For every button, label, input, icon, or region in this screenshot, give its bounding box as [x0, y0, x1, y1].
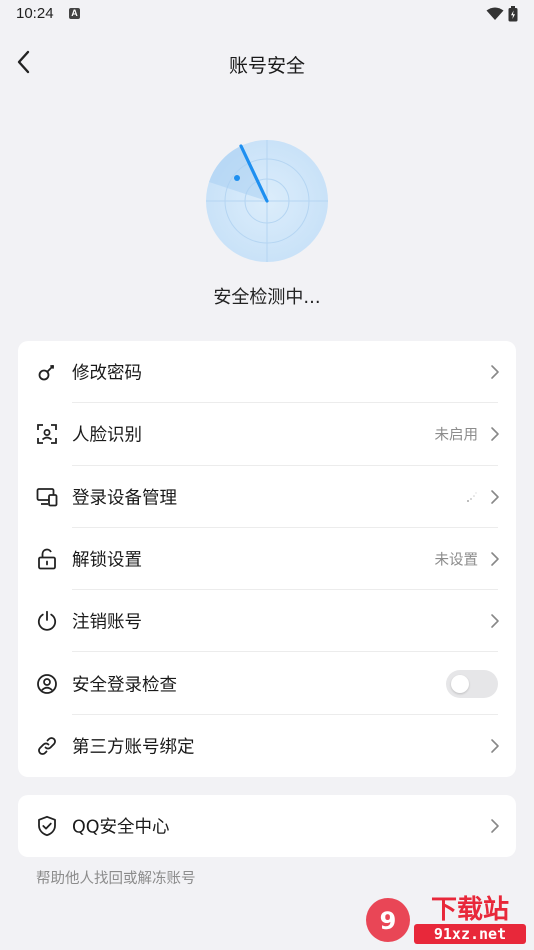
setting-label: 解锁设置: [72, 550, 142, 571]
radar-scan-icon: [206, 140, 328, 262]
setting-row-third-party-binding[interactable]: 第三方账号绑定: [18, 715, 516, 777]
setting-value: 未设置: [434, 552, 479, 569]
status-icons: [486, 6, 518, 22]
setting-value: 未启用: [434, 427, 479, 444]
setting-row-login-devices[interactable]: 登录设备管理: [18, 466, 516, 528]
qq-security-center-card: QQ安全中心: [18, 795, 516, 857]
notification-icon: A: [69, 8, 80, 19]
face-scan-icon: [37, 424, 57, 445]
status-time: 10:24: [16, 5, 54, 22]
setting-label: QQ安全中心: [72, 817, 170, 838]
security-settings-list: 修改密码 人脸识别 未启用 登录设备管理 解锁设置 未设置 注销账号 安全登录检…: [18, 341, 516, 777]
chevron-right-icon: [491, 489, 499, 504]
setting-label: 安全登录检查: [72, 675, 177, 696]
setting-row-secure-login-check: 安全登录检查: [18, 652, 516, 715]
setting-row-unlock-settings[interactable]: 解锁设置 未设置: [18, 528, 516, 591]
watermark-brand: 下载站: [431, 895, 509, 925]
user-circle-icon: [37, 673, 57, 694]
status-bar: 10:24 A: [0, 0, 534, 28]
setting-label: 修改密码: [72, 363, 142, 384]
wifi-icon: [486, 7, 504, 20]
setting-row-qq-security-center[interactable]: QQ安全中心: [18, 795, 516, 857]
chevron-right-icon: [491, 552, 499, 566]
qq-center-description: 帮助他人找回或解冻账号: [36, 871, 196, 887]
battery-icon: [508, 6, 518, 22]
setting-label: 注销账号: [72, 612, 142, 633]
watermark-domain: 91xz.net: [434, 925, 506, 943]
chevron-right-icon: [491, 739, 499, 753]
svg-text:9: 9: [380, 907, 397, 935]
site-watermark-logo: 9 下载站 91xz.net: [366, 895, 526, 944]
setting-label: 第三方账号绑定: [72, 737, 195, 758]
chevron-right-icon: [491, 365, 499, 379]
unlock-icon: [38, 548, 56, 570]
setting-label: 登录设备管理: [72, 488, 177, 509]
key-icon: [38, 365, 54, 381]
toggle-knob: [451, 674, 469, 693]
chevron-right-icon: [491, 819, 499, 833]
setting-row-face-recognition[interactable]: 人脸识别 未启用: [18, 403, 516, 466]
power-icon: [37, 611, 57, 632]
setting-row-cancel-account[interactable]: 注销账号: [18, 590, 516, 653]
setting-label: 人脸识别: [72, 425, 142, 446]
scan-status-text: 安全检测中...: [213, 287, 321, 308]
setting-row-change-password[interactable]: 修改密码: [18, 341, 516, 404]
page-title: 账号安全: [228, 55, 305, 77]
chevron-right-icon: [491, 614, 499, 629]
secure-login-toggle[interactable]: [446, 669, 498, 698]
chevron-right-icon: [491, 427, 499, 442]
shield-check-icon: [38, 815, 56, 837]
nav-bar: 账号安全: [0, 40, 534, 84]
loading-spinner-icon: [467, 492, 477, 502]
link-icon: [38, 737, 56, 755]
devices-icon: [36, 487, 58, 507]
